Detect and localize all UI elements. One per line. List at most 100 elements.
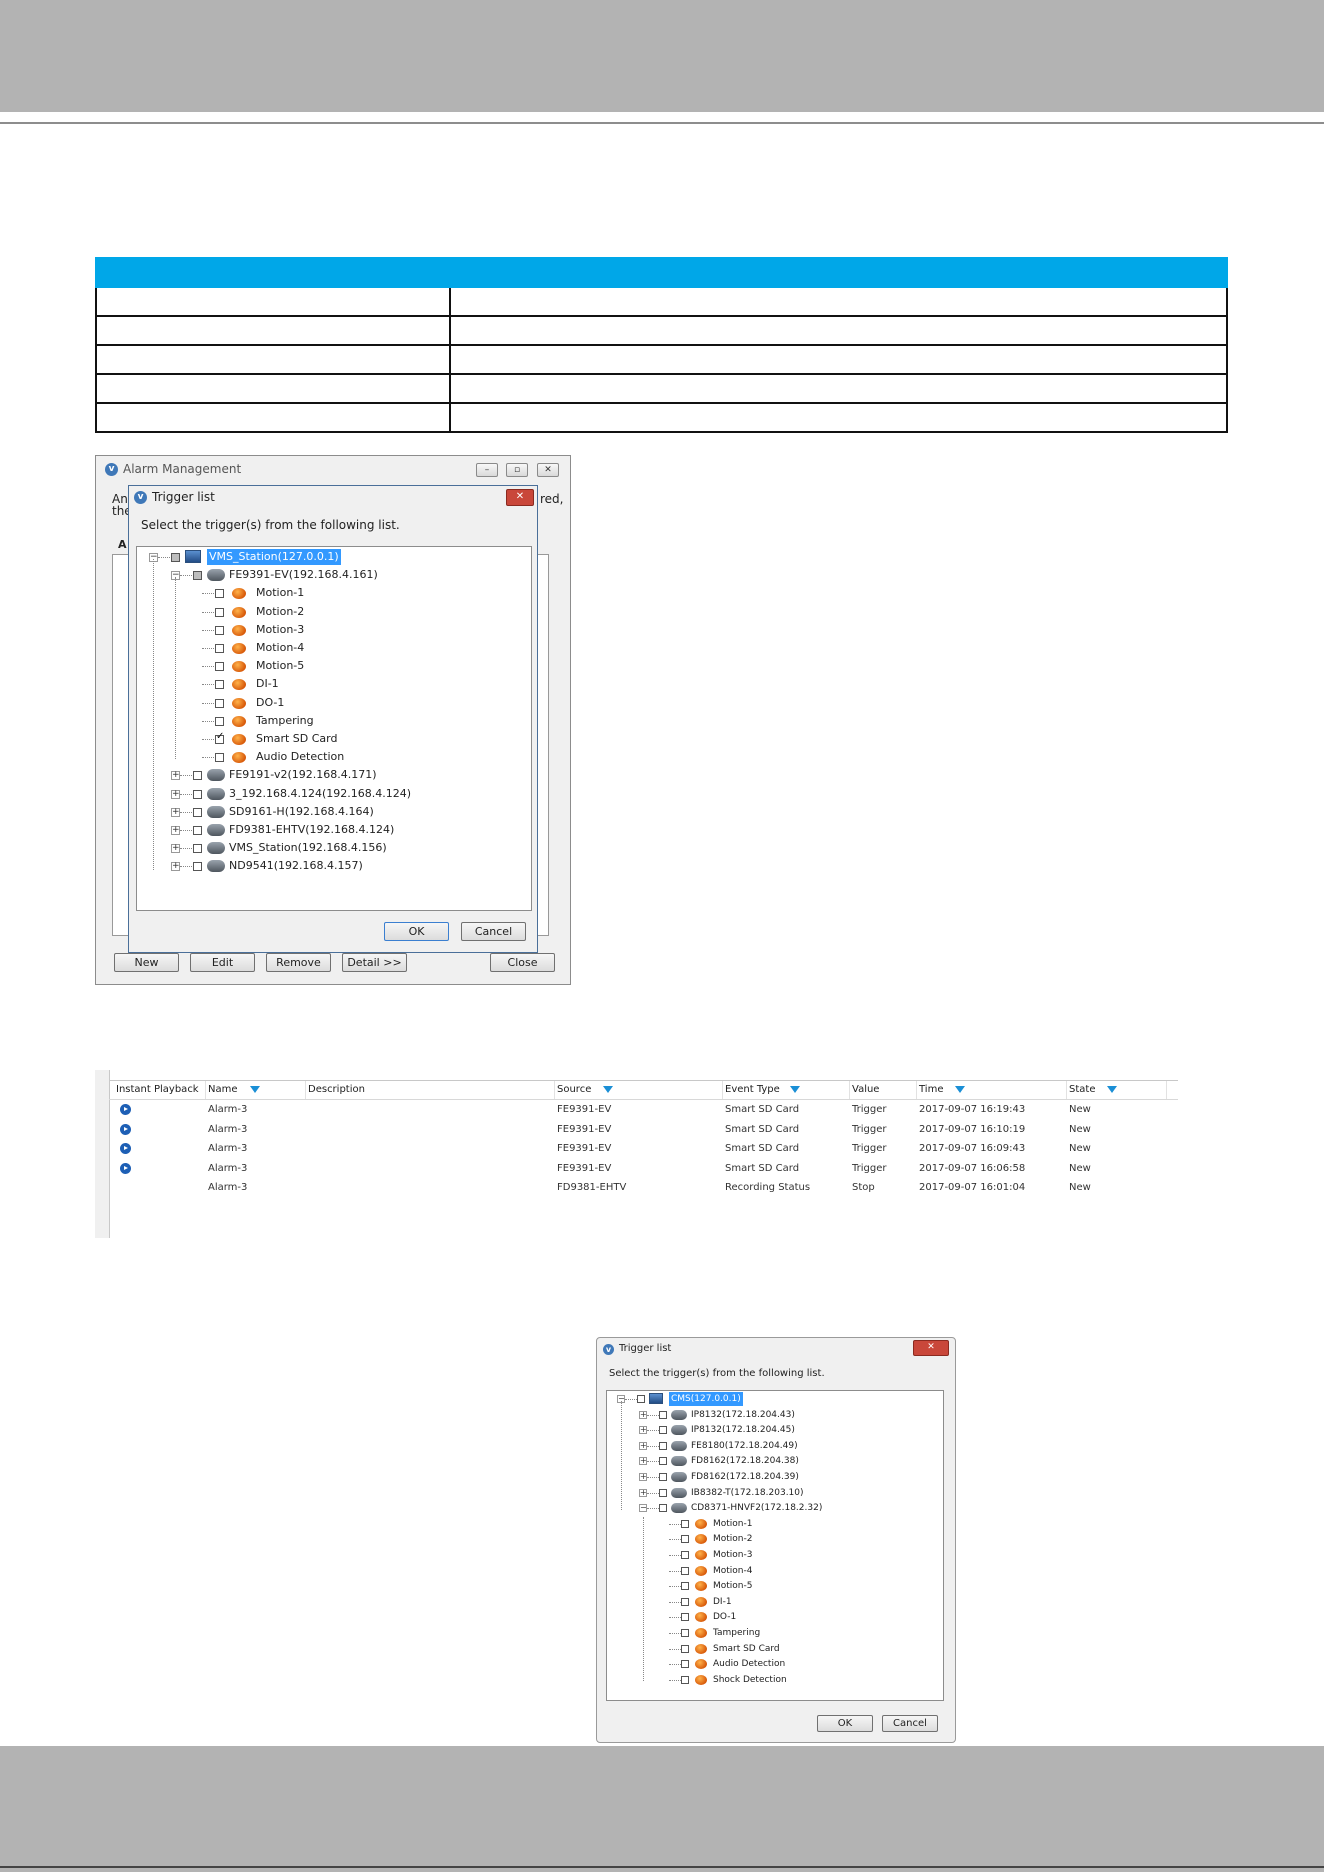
trigger-checkbox[interactable] bbox=[681, 1582, 689, 1591]
tree-node-label[interactable]: Tampering bbox=[256, 713, 314, 729]
trigger-checkbox[interactable] bbox=[215, 753, 224, 763]
cancel-button[interactable]: Cancel bbox=[461, 922, 526, 941]
trigger-checkbox[interactable] bbox=[681, 1613, 689, 1622]
instant-playback-icon[interactable] bbox=[120, 1104, 131, 1115]
instant-playback-icon[interactable] bbox=[120, 1123, 131, 1135]
tree-node-label[interactable]: Shock Detection bbox=[713, 1673, 787, 1687]
tree-node-label[interactable]: Smart SD Card bbox=[713, 1642, 780, 1656]
column-header[interactable]: Description bbox=[306, 1081, 555, 1099]
filter-icon[interactable] bbox=[250, 1086, 260, 1093]
trigger-checkbox[interactable] bbox=[659, 1441, 667, 1450]
tree-node-label[interactable]: Audio Detection bbox=[713, 1657, 785, 1671]
close-icon[interactable]: ✕ bbox=[913, 1340, 949, 1356]
trigger-checkbox[interactable] bbox=[681, 1551, 689, 1559]
column-header[interactable]: Name bbox=[206, 1081, 306, 1099]
trigger-checkbox[interactable] bbox=[659, 1457, 667, 1466]
column-header[interactable]: Time bbox=[917, 1081, 1067, 1099]
table-row[interactable]: Alarm-3 FE9391-EV Smart SD Card Trigger 2017… bbox=[109, 1102, 1178, 1120]
table-row[interactable]: Alarm-3 FE9391-EV Smart SD Card Trigger 2017… bbox=[109, 1122, 1178, 1140]
close-window-button[interactable]: ✕ bbox=[537, 463, 559, 477]
expand-toggle[interactable]: + bbox=[171, 862, 180, 872]
tree-node-label[interactable]: DO-1 bbox=[256, 695, 284, 711]
expand-toggle[interactable]: + bbox=[171, 844, 180, 854]
table-row[interactable]: Alarm-3 FE9391-EV Smart SD Card Trigger 2017… bbox=[109, 1141, 1178, 1159]
trigger-checkbox[interactable] bbox=[659, 1473, 667, 1481]
trigger-checkbox[interactable] bbox=[659, 1504, 667, 1513]
close-icon[interactable]: ✕ bbox=[506, 489, 534, 506]
column-header[interactable]: Source bbox=[555, 1081, 723, 1099]
tree-node-label[interactable]: FD8162(172.18.204.38) bbox=[691, 1454, 799, 1468]
expand-toggle[interactable]: + bbox=[171, 789, 180, 799]
tree-node-label[interactable]: Tampering bbox=[713, 1626, 760, 1640]
edit-button[interactable]: Edit bbox=[190, 953, 255, 972]
filter-icon[interactable] bbox=[955, 1086, 965, 1093]
expand-toggle[interactable]: + bbox=[171, 771, 180, 781]
tree-node-label[interactable]: Motion-5 bbox=[713, 1579, 753, 1593]
tree-node-label[interactable]: DI-1 bbox=[256, 676, 279, 692]
expand-toggle[interactable]: − bbox=[639, 1504, 647, 1513]
trigger-checkbox[interactable] bbox=[193, 571, 202, 581]
trigger-checkbox[interactable] bbox=[215, 589, 224, 599]
column-header[interactable]: Event Type bbox=[723, 1081, 850, 1099]
detail-button[interactable]: Detail >> bbox=[342, 953, 407, 972]
tree-node-label[interactable]: FD9381-EHTV(192.168.4.124) bbox=[229, 822, 394, 838]
trigger-checkbox[interactable] bbox=[215, 731, 224, 744]
tree-node-label[interactable]: IP8132(172.18.204.45) bbox=[691, 1423, 795, 1437]
trigger-checkbox[interactable] bbox=[193, 844, 202, 854]
instant-playback-icon[interactable] bbox=[120, 1162, 131, 1174]
tree-node-label[interactable]: Motion-3 bbox=[256, 622, 304, 638]
column-header[interactable]: Instant Playback bbox=[114, 1081, 206, 1099]
trigger-checkbox[interactable] bbox=[681, 1660, 689, 1669]
expand-toggle[interactable]: + bbox=[171, 826, 180, 835]
trigger-checkbox[interactable] bbox=[193, 771, 202, 781]
trigger-checkbox[interactable] bbox=[215, 716, 224, 726]
tree-node-label[interactable]: Motion-2 bbox=[713, 1532, 753, 1546]
trigger-checkbox[interactable] bbox=[681, 1629, 689, 1637]
tree-node-label[interactable]: Motion-4 bbox=[713, 1564, 753, 1578]
trigger-checkbox[interactable] bbox=[171, 553, 180, 562]
trigger-checkbox[interactable] bbox=[659, 1410, 667, 1419]
cancel-button[interactable]: Cancel bbox=[882, 1715, 938, 1732]
expand-toggle[interactable]: + bbox=[639, 1473, 647, 1481]
tree-node-label[interactable]: DI-1 bbox=[713, 1595, 732, 1609]
tree-node-label[interactable]: Motion-5 bbox=[256, 658, 304, 674]
trigger-checkbox[interactable] bbox=[681, 1675, 689, 1684]
tree-node-label[interactable]: DO-1 bbox=[713, 1610, 736, 1624]
expand-toggle[interactable]: + bbox=[639, 1441, 647, 1450]
trigger-checkbox[interactable] bbox=[215, 644, 224, 653]
expand-toggle[interactable]: + bbox=[639, 1488, 647, 1497]
tree-node-label[interactable]: FE9391-EV(192.168.4.161) bbox=[229, 567, 378, 583]
tree-node-label[interactable]: Motion-1 bbox=[713, 1517, 753, 1531]
trigger-checkbox[interactable] bbox=[681, 1644, 689, 1653]
trigger-checkbox[interactable] bbox=[681, 1519, 689, 1528]
expand-toggle[interactable]: + bbox=[639, 1410, 647, 1419]
tree-node-label[interactable]: 3_192.168.4.124(192.168.4.124) bbox=[229, 786, 411, 802]
close-button[interactable]: Close bbox=[490, 953, 555, 972]
left-splitter[interactable] bbox=[95, 1070, 110, 1238]
tree-node-label[interactable]: IP8132(172.18.204.43) bbox=[691, 1408, 795, 1422]
new-button[interactable]: New bbox=[114, 953, 179, 972]
expand-toggle[interactable]: + bbox=[639, 1426, 647, 1435]
tree-node-label[interactable]: Motion-2 bbox=[256, 604, 304, 620]
maximize-button[interactable]: ▫ bbox=[506, 463, 528, 477]
tree-node-label[interactable]: ND9541(192.168.4.157) bbox=[229, 858, 363, 874]
trigger-checkbox[interactable] bbox=[659, 1488, 667, 1497]
minimize-button[interactable]: – bbox=[476, 463, 498, 477]
trigger-checkbox[interactable] bbox=[215, 680, 224, 690]
tree-node-label[interactable]: Motion-4 bbox=[256, 640, 304, 656]
tree-node-label[interactable]: CD8371-HNVF2(172.18.2.32) bbox=[691, 1501, 822, 1515]
tree-node-label[interactable]: FD8162(172.18.204.39) bbox=[691, 1470, 799, 1484]
filter-icon[interactable] bbox=[603, 1086, 613, 1093]
column-header[interactable]: Value bbox=[850, 1081, 917, 1099]
table-row[interactable]: Alarm-3 FE9391-EV Smart SD Card Trigger 2017… bbox=[109, 1161, 1178, 1179]
trigger-checkbox[interactable] bbox=[215, 607, 224, 617]
trigger-checkbox[interactable] bbox=[193, 807, 202, 817]
tree-node-label[interactable]: IB8382-T(172.18.203.10) bbox=[691, 1486, 804, 1500]
trigger-checkbox[interactable] bbox=[215, 662, 224, 672]
tree-node-label[interactable]: VMS_Station(192.168.4.156) bbox=[229, 840, 387, 856]
trigger-checkbox[interactable] bbox=[659, 1426, 667, 1435]
filter-icon[interactable] bbox=[790, 1086, 800, 1093]
trigger-checkbox[interactable] bbox=[681, 1566, 689, 1575]
tree-node-label[interactable]: CMS(127.0.0.1) bbox=[669, 1392, 743, 1406]
tree-node-label[interactable]: SD9161-H(192.168.4.164) bbox=[229, 804, 374, 820]
